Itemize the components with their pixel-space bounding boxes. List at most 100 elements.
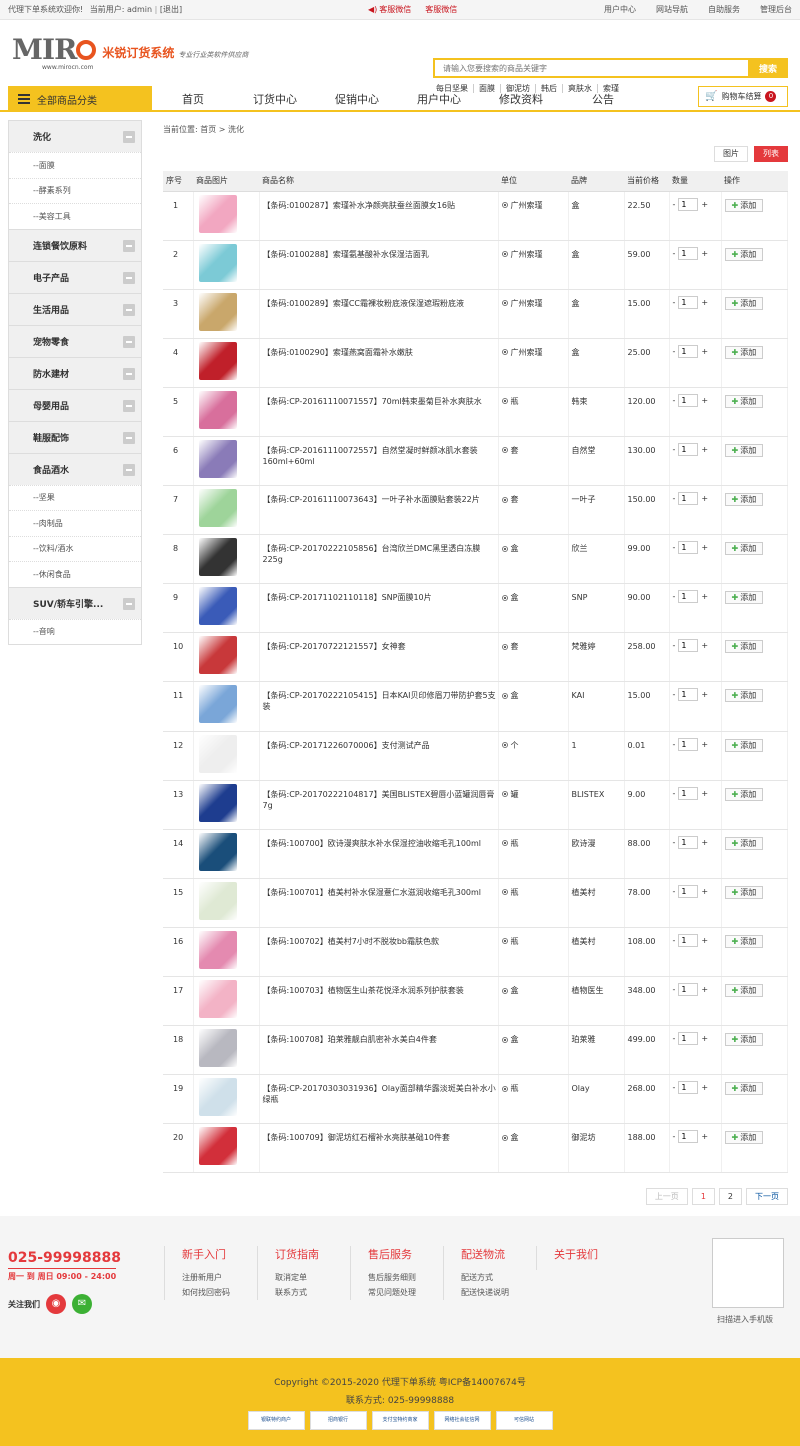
qty-minus[interactable]: - [673,395,676,406]
qty-plus[interactable]: + [701,1033,708,1044]
nav-edit-profile[interactable]: 修改资料 [480,91,562,107]
qty-input[interactable] [678,884,699,898]
product-name[interactable]: 【条码:CP-20170222105415】日本KAI贝印修眉刀带防护套5支装 [259,681,499,732]
qty-plus[interactable]: + [701,493,708,504]
category-header[interactable]: 生活用品 [9,292,141,325]
unit-radio[interactable] [501,791,508,798]
product-image[interactable] [198,832,237,871]
qty-plus[interactable]: + [701,248,708,259]
qty-input[interactable] [678,639,699,653]
unit-radio[interactable] [501,594,508,601]
add-to-cart-button[interactable]: ✚ 添加 [724,296,764,310]
add-to-cart-button[interactable]: ✚ 添加 [724,247,764,261]
footer-link[interactable]: 售后服务细则 [368,1270,443,1285]
category-header[interactable]: 电子产品 [9,260,141,293]
qty-input[interactable] [678,492,699,506]
unit-radio[interactable] [501,643,508,650]
collapse-icon[interactable] [123,367,135,380]
qty-minus[interactable]: - [673,1131,676,1142]
add-to-cart-button[interactable]: ✚ 添加 [724,787,764,801]
qty-input[interactable] [678,344,699,358]
qty-minus[interactable]: - [673,346,676,357]
qty-input[interactable] [678,835,699,849]
unit-radio[interactable] [501,1036,508,1043]
product-image[interactable] [198,538,237,577]
add-to-cart-button[interactable]: ✚ 添加 [724,738,764,752]
qty-plus[interactable]: + [701,788,708,799]
breadcrumb-home[interactable]: 首页 [200,125,216,134]
qty-minus[interactable]: - [673,444,676,455]
all-categories-button[interactable]: 全部商品分类 [8,86,152,112]
qty-minus[interactable]: - [673,640,676,651]
trust-badge[interactable]: 可信网站 [495,1411,553,1430]
qty-plus[interactable]: + [701,1082,708,1093]
qty-input[interactable] [678,688,699,702]
qty-input[interactable] [678,786,699,800]
qty-input[interactable] [678,1130,699,1144]
product-image[interactable] [198,636,237,675]
footer-link[interactable]: 配送快递说明 [461,1285,536,1300]
qty-input[interactable] [678,737,699,751]
category-header[interactable]: 洗化 [9,120,141,152]
service-wechat-1[interactable]: ◀) 客服微信 [368,4,411,15]
product-name[interactable]: 【条码:0100290】索瑾燕窝面霜补水嫩肤 [259,338,499,388]
footer-link[interactable]: 取消定单 [275,1270,350,1285]
qty-minus[interactable]: - [673,542,676,553]
prev-page-button[interactable]: 上一页 [645,1188,688,1205]
qty-plus[interactable]: + [701,837,708,848]
unit-radio[interactable] [501,251,508,258]
qty-minus[interactable]: - [673,199,676,210]
product-name[interactable]: 【条码:100703】植物医生山茶花悦泽水润系列护肤套装 [259,976,499,1027]
unit-radio[interactable] [501,742,508,749]
trust-badge[interactable]: 银联特约商户 [247,1411,305,1430]
collapse-icon[interactable] [123,271,135,284]
qty-plus[interactable]: + [701,444,708,455]
qty-plus[interactable]: + [701,984,708,995]
search-input[interactable] [433,58,748,78]
qty-input[interactable] [678,1032,699,1046]
unit-radio[interactable] [501,1134,508,1141]
product-image[interactable] [198,783,237,822]
qty-minus[interactable]: - [673,935,676,946]
service-wechat-2[interactable]: 客服微信 [425,4,457,15]
nav-home[interactable]: 首页 [152,91,234,107]
qty-input[interactable] [678,541,699,555]
qty-plus[interactable]: + [701,591,708,602]
product-name[interactable]: 【条码:0100289】索瑾CC霜裸妆粉底液保湿遮瑕粉底液 [259,289,499,339]
add-to-cart-button[interactable]: ✚ 添加 [724,542,764,556]
product-name[interactable]: 【条码:CP-20170222105856】台湾欣兰DMC黑里透白冻膜225g [259,534,499,585]
product-name[interactable]: 【条码:100708】珀莱雅靓白肌密补水美白4件套 [259,1025,499,1076]
add-to-cart-button[interactable]: ✚ 添加 [724,689,764,703]
add-to-cart-button[interactable]: ✚ 添加 [724,934,764,948]
collapse-icon[interactable] [123,131,135,143]
unit-radio[interactable] [501,1085,508,1092]
qty-minus[interactable]: - [673,886,676,897]
add-to-cart-button[interactable]: ✚ 添加 [724,198,764,212]
qty-input[interactable] [678,246,699,260]
next-page-button[interactable]: 下一页 [746,1188,788,1205]
qty-plus[interactable]: + [701,935,708,946]
category-header[interactable]: 母婴用品 [9,388,141,421]
product-image[interactable] [198,194,237,233]
cart-button[interactable]: 🛒 购物车结算 0 [698,86,788,107]
qty-plus[interactable]: + [701,199,708,210]
admin-link[interactable]: 管理后台 [760,4,792,15]
footer-link[interactable]: 如何找回密码 [182,1285,257,1300]
product-name[interactable]: 【条码:CP-20161110072557】自然堂凝时鲜颜冰肌水套装160ml+… [259,436,499,487]
qty-input[interactable] [678,933,699,947]
qty-minus[interactable]: - [673,788,676,799]
product-image[interactable] [198,930,237,969]
nav-announcements[interactable]: 公告 [562,91,644,107]
category-header[interactable]: 连锁餐饮原料 [9,228,141,261]
self-service-link[interactable]: 自助服务 [708,4,740,15]
product-image[interactable] [198,489,237,528]
add-to-cart-button[interactable]: ✚ 添加 [724,1033,764,1047]
collapse-icon[interactable] [123,239,135,252]
product-name[interactable]: 【条码:100701】植美村补水保湿薏仁水滋润收缩毛孔300ml [259,878,499,928]
collapse-icon[interactable] [123,463,135,476]
subcategory-item[interactable]: --音响 [9,618,141,645]
unit-radio[interactable] [501,938,508,945]
product-name[interactable]: 【条码:CP-20161110073643】一叶子补水面膜贴套装22片 [259,485,499,536]
qty-plus[interactable]: + [701,886,708,897]
subcategory-item[interactable]: --美容工具 [9,203,141,229]
